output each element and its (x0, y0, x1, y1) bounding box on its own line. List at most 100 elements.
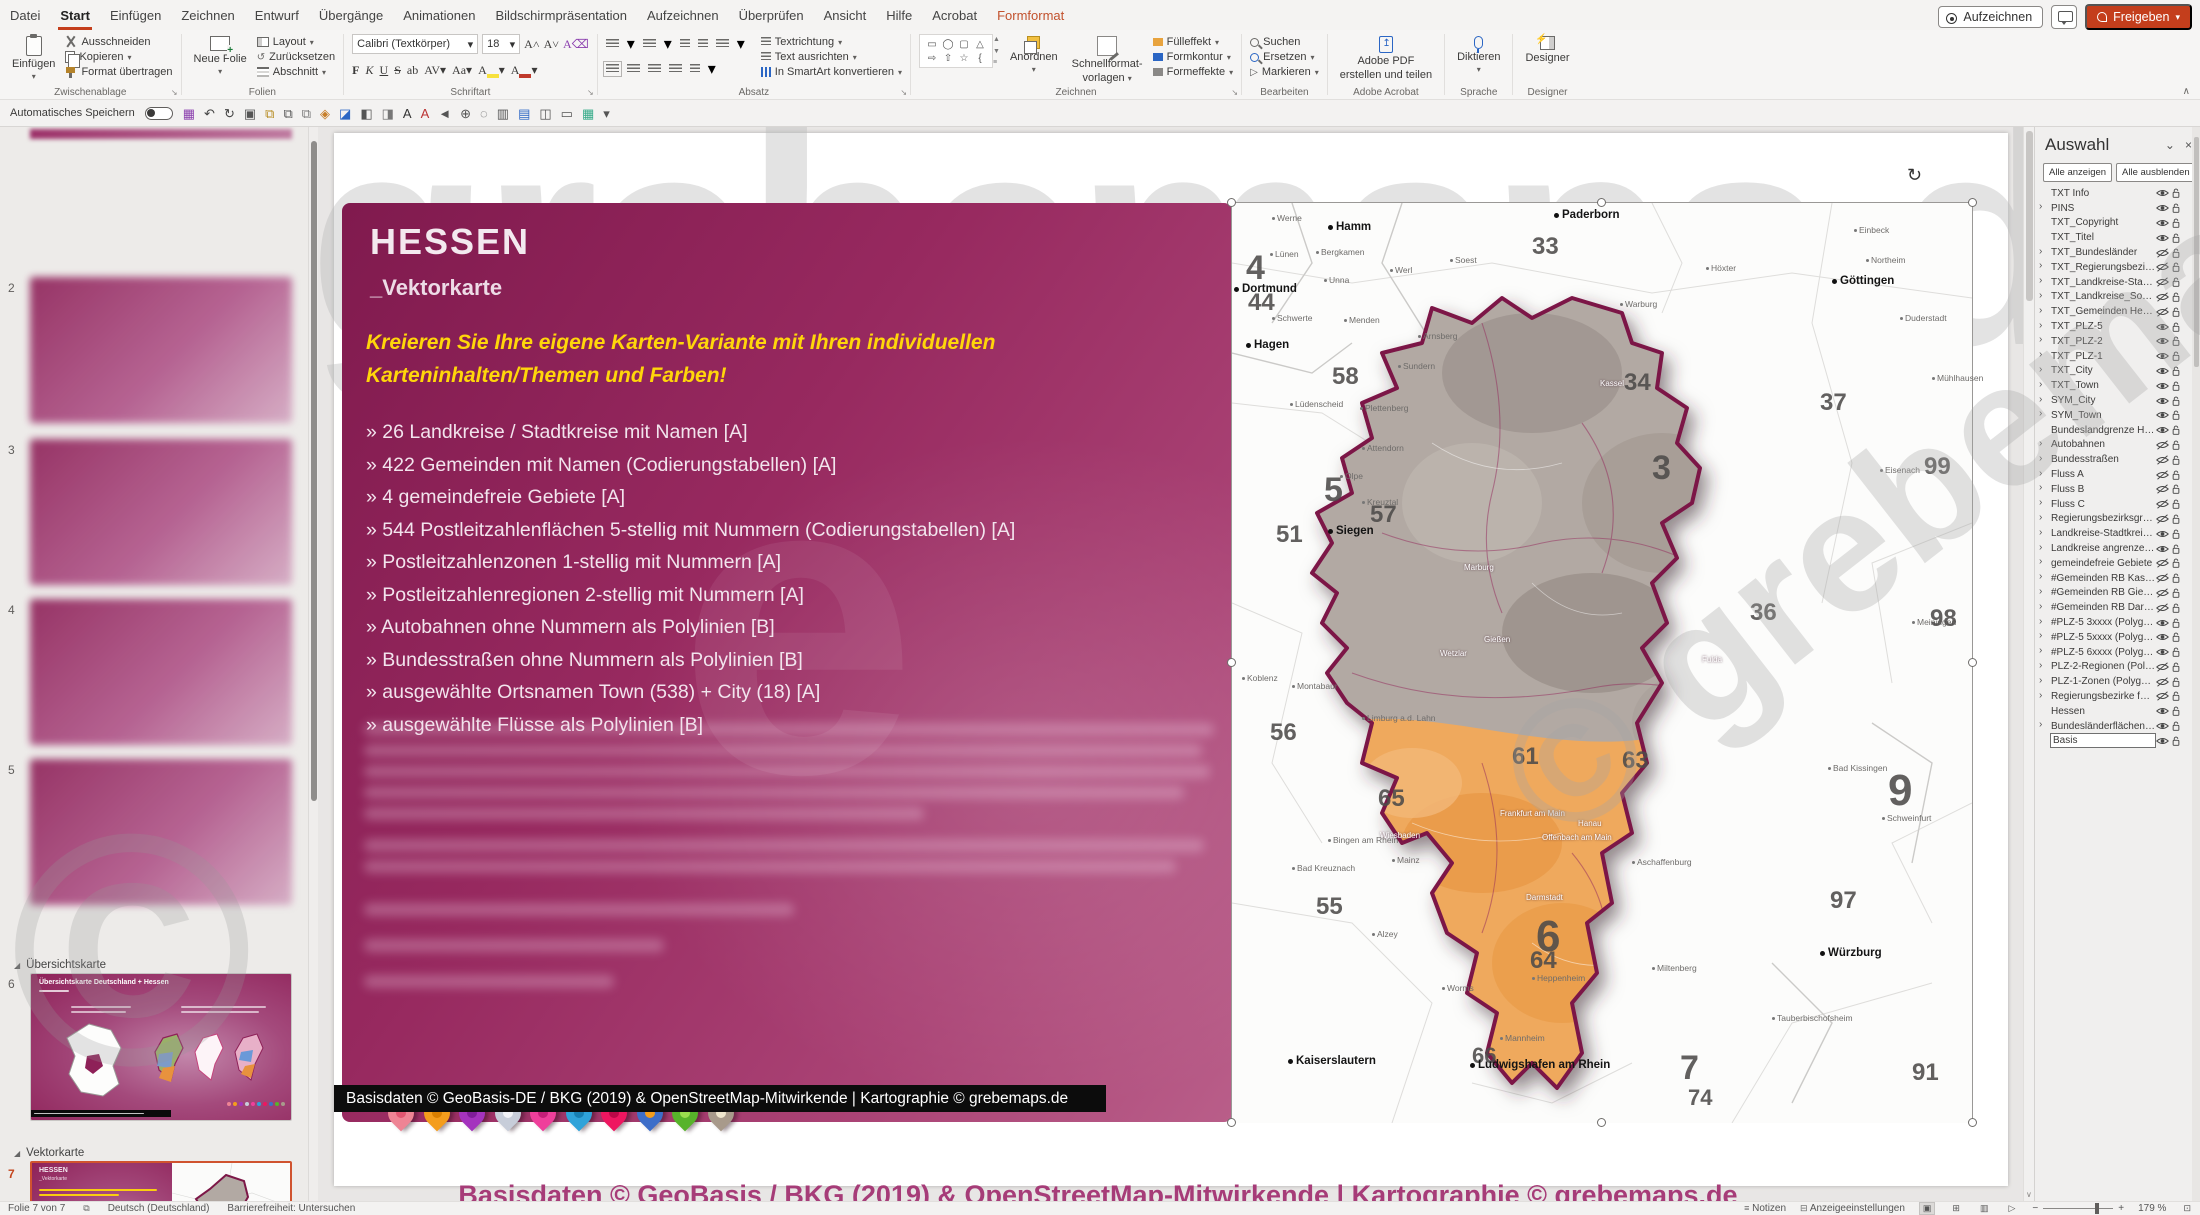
layer-item[interactable]: › SYM_City (2035, 393, 2193, 408)
lock-toggle-icon[interactable] (2169, 720, 2183, 732)
visibility-toggle-icon[interactable] (2155, 440, 2169, 450)
visibility-toggle-icon[interactable] (2155, 736, 2169, 746)
qat-icon[interactable]: ▦ (582, 107, 594, 120)
qat-icon[interactable]: ◄ (438, 107, 451, 120)
layer-item[interactable]: › Bundesstraßen (2035, 452, 2193, 467)
reading-view-button[interactable]: ▥ (1977, 1203, 1992, 1214)
bullet-list-icon[interactable] (605, 39, 619, 49)
reset-button[interactable]: ↺ Zurücksetzen (257, 51, 335, 63)
find-button[interactable]: Suchen (1250, 36, 1319, 48)
notes-button[interactable]: ≡ Notizen (1744, 1203, 1786, 1214)
lock-toggle-icon[interactable] (2169, 365, 2183, 377)
visibility-toggle-icon[interactable] (2155, 499, 2169, 509)
font-color-button[interactable]: A ▾ (511, 63, 537, 78)
layer-item[interactable]: › #Gemeinden RB Gießen (Poly... (2035, 586, 2193, 601)
canvas-scrollbar[interactable]: ∨ (2023, 127, 2034, 1201)
visibility-toggle-icon[interactable] (2155, 514, 2169, 524)
lock-toggle-icon[interactable] (2169, 602, 2183, 614)
visibility-toggle-icon[interactable] (2155, 603, 2169, 613)
qat-icon[interactable]: ⧉ (302, 107, 311, 120)
visibility-toggle-icon[interactable] (2155, 322, 2169, 332)
expand-chevron-icon[interactable]: › (2039, 379, 2042, 390)
zoom-level[interactable]: 179 % (2138, 1203, 2166, 1214)
slide-thumbnail[interactable]: 3 (0, 439, 308, 587)
justify-icon[interactable] (668, 64, 682, 74)
selection-handle[interactable] (1597, 198, 1606, 207)
char-spacing-button[interactable]: AV▾ (424, 63, 446, 78)
slide-thumbnail[interactable]: 4 (0, 599, 308, 747)
expand-chevron-icon[interactable]: › (2039, 601, 2042, 612)
ribbon-tab[interactable]: Bildschirmpräsentation (485, 2, 637, 30)
numbered-list-icon[interactable] (642, 39, 656, 49)
expand-chevron-icon[interactable]: › (2039, 290, 2042, 301)
select-button[interactable]: ▷ Markieren ▾ (1250, 66, 1319, 78)
ribbon-tab[interactable]: Formformat (987, 2, 1074, 30)
shrink-font-button[interactable]: A˅ (544, 37, 559, 52)
slideshow-button[interactable]: ▷ (2005, 1203, 2018, 1214)
lock-toggle-icon[interactable] (2169, 528, 2183, 540)
accessibility-checker[interactable]: Barrierefreiheit: Untersuchen (227, 1203, 355, 1214)
qat-icon[interactable]: ⊕ (460, 107, 471, 120)
layer-item[interactable]: › Hessen (2035, 704, 2193, 719)
selection-handle[interactable] (1968, 198, 1977, 207)
lock-toggle-icon[interactable] (2169, 690, 2183, 702)
decrease-indent-icon[interactable] (679, 39, 690, 49)
layer-item[interactable]: › TXT_Regierungsbezirke (2035, 260, 2193, 275)
visibility-toggle-icon[interactable] (2155, 366, 2169, 376)
font-family-select[interactable]: Calibri (Textkörper) ▾ (352, 34, 479, 54)
lock-toggle-icon[interactable] (2169, 409, 2183, 421)
lock-toggle-icon[interactable] (2169, 187, 2183, 199)
text-direction-button[interactable]: Textrichtung ▾ (760, 36, 902, 48)
expand-chevron-icon[interactable]: › (2039, 586, 2042, 597)
share-button[interactable]: Freigeben ▾ (2085, 4, 2192, 30)
expand-chevron-icon[interactable]: › (2039, 497, 2042, 508)
lock-toggle-icon[interactable] (2169, 217, 2183, 229)
selection-handle[interactable] (1597, 1118, 1606, 1127)
visibility-toggle-icon[interactable] (2155, 558, 2169, 568)
language-indicator[interactable]: Deutsch (Deutschland) (108, 1203, 210, 1214)
expand-chevron-icon[interactable]: › (2039, 512, 2042, 523)
change-case-button[interactable]: Aa▾ (452, 63, 472, 78)
visibility-toggle-icon[interactable] (2155, 188, 2169, 198)
lock-toggle-icon[interactable] (2169, 646, 2183, 658)
dialog-launcher-icon[interactable]: ↘ (900, 88, 907, 97)
lock-toggle-icon[interactable] (2169, 587, 2183, 599)
visibility-toggle-icon[interactable] (2155, 218, 2169, 228)
visibility-toggle-icon[interactable] (2155, 425, 2169, 435)
qat-icon[interactable]: ◌ (480, 107, 488, 120)
underline-button[interactable]: U (380, 63, 389, 78)
layer-item[interactable]: › PLZ-2-Regionen (Polygone) (2035, 660, 2193, 675)
layer-item[interactable]: › Regierungsbezirke farbig (2035, 689, 2193, 704)
layer-item[interactable]: › Basis (2035, 733, 2193, 749)
qat-icon[interactable]: ▦ (183, 107, 195, 120)
lock-toggle-icon[interactable] (2169, 232, 2183, 244)
layer-item[interactable]: › Fluss C (2035, 497, 2193, 512)
lock-toggle-icon[interactable] (2169, 483, 2183, 495)
visibility-toggle-icon[interactable] (2155, 544, 2169, 554)
display-settings-button[interactable]: ⊟ Anzeigeeinstellungen (1800, 1203, 1905, 1214)
slide-content-box[interactable]: HESSEN _Vektorkarte Kreieren Sie Ihre ei… (342, 203, 1232, 1132)
expand-chevron-icon[interactable]: › (2039, 305, 2042, 316)
layer-item[interactable]: › Regierungsbezirksgrenzen (2035, 512, 2193, 527)
layer-item[interactable]: › Landkreise-Stadtkreise Hessen... (2035, 526, 2193, 541)
qat-icon[interactable]: ▤ (518, 107, 530, 120)
layer-item[interactable]: › Fluss A (2035, 467, 2193, 482)
paste-button[interactable]: Einfügen ▾ (8, 34, 59, 83)
smartart-button[interactable]: In SmartArt konvertieren ▾ (760, 66, 902, 78)
slide-thumbnail-7-selected[interactable]: HESSEN _Vektorkarte (30, 1161, 292, 1201)
slide-thumbnail-partial[interactable] (30, 129, 292, 139)
align-left-icon[interactable] (602, 61, 622, 77)
layer-item[interactable]: › TXT_PLZ-2 (2035, 334, 2193, 349)
lock-toggle-icon[interactable] (2169, 350, 2183, 362)
show-all-button[interactable]: Alle anzeigen (2043, 163, 2113, 182)
expand-chevron-icon[interactable]: › (2039, 675, 2042, 686)
layout-button[interactable]: Layout ▾ (256, 36, 335, 48)
layer-item[interactable]: › gemeindefreie Gebiete (2035, 556, 2193, 571)
expand-chevron-icon[interactable]: › (2039, 616, 2042, 627)
line-spacing-icon[interactable] (715, 39, 729, 49)
section-button[interactable]: Abschnitt ▾ (256, 66, 335, 78)
autosave-toggle[interactable] (144, 106, 173, 120)
map-object-selected[interactable]: 4 44 33 58 5 51 57 34 3 37 99 36 98 56 61 63 65 9 55 6 64 97 6… (1227, 165, 1983, 1127)
highlight-color-button[interactable]: A ▾ (478, 63, 505, 78)
italic-button[interactable]: K (366, 63, 374, 78)
